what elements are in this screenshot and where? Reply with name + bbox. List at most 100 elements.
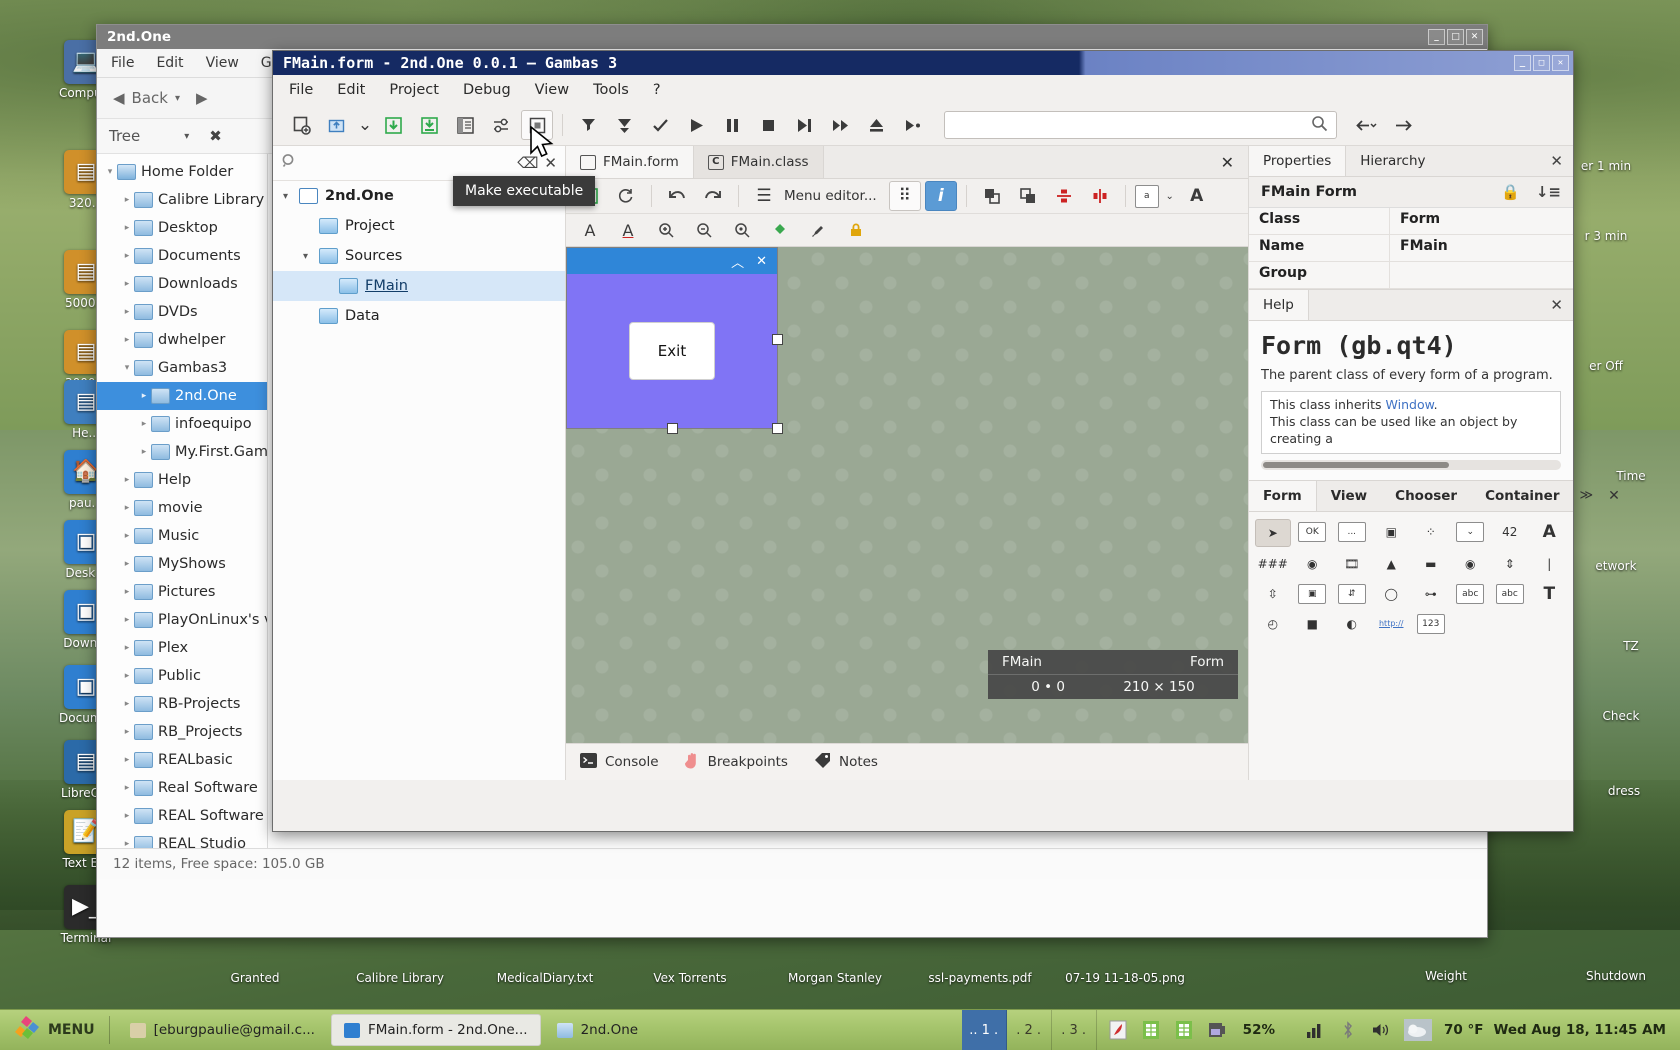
tab-help[interactable]: Help [1249, 290, 1309, 320]
close-icon[interactable]: ✕ [1466, 29, 1483, 45]
save-icon[interactable] [377, 110, 409, 140]
tree-item[interactable]: ▸Music [97, 522, 267, 550]
new-project-icon[interactable] [285, 110, 317, 140]
chevron-icon[interactable]: ▸ [120, 727, 134, 737]
sort-icon[interactable]: ↓≡ [1536, 183, 1561, 201]
tab-hierarchy[interactable]: Hierarchy [1346, 146, 1439, 176]
tree-item[interactable]: ▸DVDs [97, 298, 267, 326]
tree-item[interactable]: ▾Gambas3 [97, 354, 267, 382]
web-tool[interactable]: ◐ [1334, 611, 1370, 637]
tree-item[interactable]: ▸Calibre Library [97, 186, 267, 214]
scroll-tool[interactable]: ⇳ [1255, 581, 1291, 607]
editor-tab[interactable]: FMain.form [566, 146, 694, 178]
weather-icon[interactable] [1403, 1019, 1433, 1041]
text-area-tool[interactable]: ### [1255, 551, 1291, 577]
form-design-canvas[interactable]: ︿ ✕ Exit FMain Form 0 • 0 [566, 247, 1248, 743]
pause-icon[interactable] [716, 110, 748, 140]
separator-tool[interactable]: | [1532, 551, 1568, 577]
maximize-icon[interactable]: □ [1447, 29, 1464, 45]
slider-tool[interactable]: ⇕ [1492, 551, 1528, 577]
tree-item[interactable]: ▾Home Folder [97, 158, 267, 186]
chevron-icon[interactable]: ▸ [120, 335, 134, 345]
ide-menu-project[interactable]: Project [389, 82, 439, 98]
number2-tool[interactable]: 123 [1413, 611, 1449, 637]
help-inherit-link[interactable]: Window [1386, 397, 1434, 412]
resize-handle-corner[interactable] [772, 423, 783, 434]
check-icon[interactable] [644, 110, 676, 140]
editor-tab[interactable]: CFMain.class [694, 146, 824, 178]
text-color-icon[interactable]: A [574, 215, 606, 245]
menu-editor-icon[interactable]: ☰ [748, 181, 780, 211]
chevron-icon[interactable]: ▾ [283, 191, 299, 202]
project-properties-icon[interactable] [449, 110, 481, 140]
chevron-up-icon[interactable]: ︿ [731, 252, 744, 271]
lock-icon[interactable] [840, 215, 872, 245]
tree-item[interactable]: ▸Real Software [97, 774, 267, 802]
settings-icon[interactable] [485, 110, 517, 140]
tree-item[interactable]: ▸Documents [97, 242, 267, 270]
arrow-right-icon[interactable] [1387, 110, 1419, 140]
grid-icon[interactable]: ⠿ [889, 181, 921, 211]
chevron-icon[interactable]: ▸ [120, 643, 134, 653]
ide-menu-[interactable]: ? [653, 82, 661, 98]
close-icon[interactable]: ✕ [1599, 488, 1629, 504]
spinbox-tool[interactable]: ▣ [1295, 581, 1331, 607]
label-tool[interactable]: A [1532, 519, 1568, 545]
close-icon[interactable]: ✕ [1540, 152, 1573, 170]
desktop-icon[interactable]: TZ [1585, 640, 1677, 654]
chevron-icon[interactable]: ▸ [120, 615, 134, 625]
chevron-icon[interactable]: ▸ [120, 783, 134, 793]
tree-item[interactable]: ▸REAL Studio [97, 830, 267, 848]
desktop-icon[interactable]: Weight [1400, 970, 1492, 984]
chevron-icon[interactable]: ▸ [120, 307, 134, 317]
chevron-icon[interactable]: ▸ [120, 811, 134, 821]
bold-text-icon[interactable]: A [1181, 181, 1213, 211]
chevron-icon[interactable]: ▾ [120, 363, 134, 373]
desktop-icon[interactable]: Shutdown [1570, 970, 1662, 984]
chevron-icon[interactable]: ▸ [120, 279, 134, 289]
project-panel[interactable]: ⌫ ✕ ▾2nd.OneProject▾SourcesFMainData [273, 146, 566, 780]
signal-icon[interactable] [1304, 1019, 1326, 1041]
movie-tool[interactable]: 🎞 [1334, 551, 1370, 577]
progress-tool[interactable]: ▬ [1413, 551, 1449, 577]
ide-search-box[interactable] [944, 111, 1337, 139]
save-all-icon[interactable] [413, 110, 445, 140]
forward-button[interactable]: ▶ [192, 87, 212, 109]
chevron-icon[interactable]: ▸ [120, 755, 134, 765]
run-to-icon[interactable] [896, 110, 928, 140]
ide-menubar[interactable]: FileEditProjectDebugViewTools? [273, 75, 1573, 105]
file-manager-titlebar[interactable]: 2nd.One _ □ ✕ [97, 25, 1487, 49]
tree-item[interactable]: ▸My.First.Gamb [97, 438, 267, 466]
zoom-in-icon[interactable] [650, 215, 682, 245]
chevron-right-icon[interactable]: ≫ [1574, 488, 1600, 503]
dial-tool[interactable]: ◯ [1374, 581, 1410, 607]
open-dropdown-icon[interactable]: ⌄ [357, 110, 373, 140]
chevron-icon[interactable]: ▾ [303, 251, 319, 262]
ide-search-input[interactable] [953, 117, 1311, 134]
property-value[interactable] [1390, 262, 1573, 288]
chevron-icon[interactable]: ▸ [120, 839, 134, 848]
font-select-icon[interactable]: a [1135, 185, 1159, 208]
property-value[interactable]: FMain [1390, 235, 1573, 261]
radio-tool[interactable]: ◉ [1453, 551, 1489, 577]
spreadsheet2-icon[interactable] [1173, 1019, 1195, 1041]
switch-tool[interactable]: ⊶ [1413, 581, 1449, 607]
chevron-icon[interactable]: ▸ [120, 671, 134, 681]
spin-tool[interactable]: ⇵ [1334, 581, 1370, 607]
property-row[interactable]: Group [1249, 262, 1573, 289]
ide-menu-tools[interactable]: Tools [593, 82, 629, 98]
workspace-pager[interactable]: .. 1 .. 2 .. 3 . [962, 1010, 1097, 1050]
workspace-button[interactable]: .. 1 . [962, 1010, 1007, 1050]
align-vertical-icon[interactable] [1048, 181, 1080, 211]
chevron-icon[interactable]: ▸ [120, 559, 134, 569]
chevron-icon[interactable]: ▸ [120, 531, 134, 541]
editor-tabs[interactable]: FMain.formCFMain.class✕ [566, 146, 1248, 179]
fm-menu-view[interactable]: View [206, 55, 239, 71]
breakpoints-button[interactable]: Breakpoints [685, 752, 788, 773]
battery-icon[interactable] [1206, 1019, 1232, 1041]
toolbox-grid[interactable]: ➤OK...▣⁘⌄42A###◉🎞▲▬◉⇕|⇳▣⇵◯⊶abcabcT◴■◐htt… [1249, 512, 1573, 644]
properties-table[interactable]: ClassFormNameFMainGroup [1249, 208, 1573, 289]
ide-bottom-panel[interactable]: Console Breakpoints Notes [566, 743, 1248, 780]
toolbox-tabs[interactable]: FormViewChooserContainer≫✕ [1249, 480, 1573, 512]
toolbox-tab-view[interactable]: View [1317, 481, 1381, 511]
